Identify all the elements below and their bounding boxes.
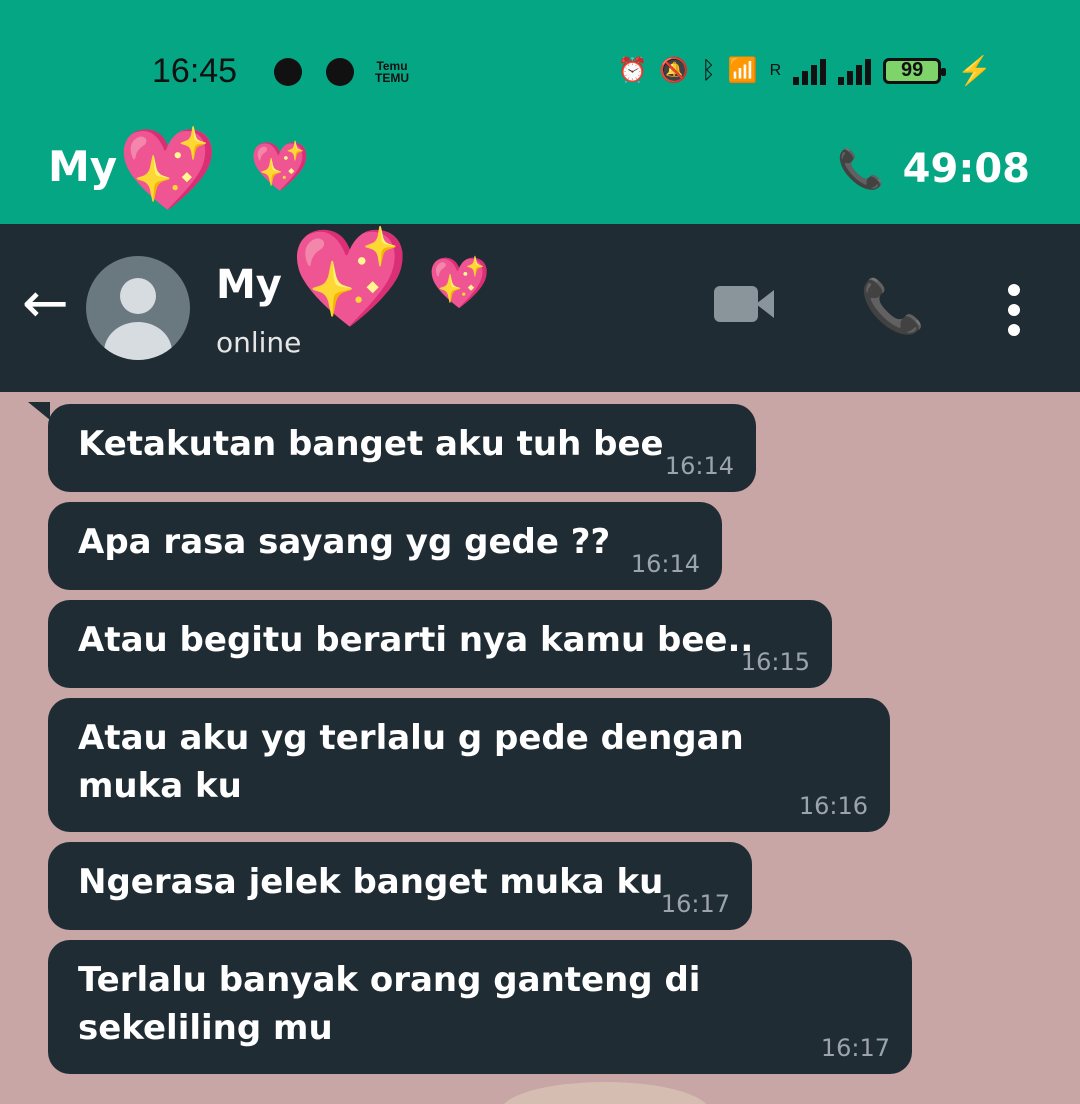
status-bar: 16:45 Temu TEMU ⏰ 🔕 ᛒ 📶 R 99 ⚡: [0, 40, 1080, 104]
status-right-icons: ⏰ 🔕 ᛒ 📶 R 99 ⚡: [617, 54, 992, 87]
back-arrow-icon[interactable]: ←: [22, 276, 69, 332]
charging-icon: ⚡: [957, 55, 992, 86]
wifi-icon: 📶: [727, 57, 758, 84]
sparkling-heart-icon: 💖: [290, 222, 410, 334]
message-bubble[interactable]: Ngerasa jelek banget muka ku 16:17: [48, 842, 752, 930]
message-text: Ketakutan banget aku tuh bee: [78, 424, 664, 464]
battery-level: 99: [901, 59, 924, 81]
temu-icon: Temu TEMU: [372, 56, 412, 88]
sparkling-heart-icon: 💖: [118, 123, 218, 216]
bluetooth-icon: ᛒ: [701, 56, 716, 84]
message-time: 16:17: [660, 890, 730, 918]
video-call-icon[interactable]: [714, 280, 774, 324]
background-photo: [500, 1082, 710, 1104]
message-time: 16:16: [798, 792, 868, 820]
status-time: 16:45: [152, 52, 238, 90]
call-timer: 📞 49:08: [837, 146, 1030, 192]
contact-status: online: [216, 326, 302, 359]
message-bubble[interactable]: Atau begitu berarti nya kamu bee.. 16:15: [48, 600, 832, 688]
call-duration: 49:08: [902, 146, 1030, 192]
message-text: Atau begitu berarti nya kamu bee..: [78, 620, 754, 660]
message-bubble[interactable]: Terlalu banyak orang ganteng di sekelili…: [48, 940, 912, 1074]
message-text: Terlalu banyak orang ganteng di sekelili…: [78, 960, 701, 1048]
messenger-icon: [272, 56, 304, 88]
heart-icon: 💖: [250, 139, 310, 195]
message-text: Atau aku yg terlalu g pede dengan muka k…: [78, 718, 744, 806]
more-options-icon[interactable]: [1004, 284, 1024, 336]
facebook-icon: [324, 56, 356, 88]
signal-icon: [793, 57, 827, 85]
message-bubble[interactable]: Atau aku yg terlalu g pede dengan muka k…: [48, 698, 890, 832]
message-text: Apa rasa sayang yg gede ??: [78, 522, 611, 562]
voice-call-icon[interactable]: 📞: [860, 276, 925, 337]
alarm-icon: ⏰: [617, 57, 648, 84]
mute-icon: 🔕: [659, 57, 690, 84]
heart-icon: 💖: [428, 254, 491, 312]
message-time: 16:14: [664, 452, 734, 480]
temu-bottom: TEMU: [375, 71, 409, 85]
chat-area: Ketakutan banget aku tuh bee 16:14 Apa r…: [0, 392, 1080, 1104]
signal-icon-2: [838, 57, 872, 85]
message-bubble[interactable]: Ketakutan banget aku tuh bee 16:14: [48, 404, 756, 492]
call-title: My: [48, 142, 118, 191]
message-bubble[interactable]: Apa rasa sayang yg gede ?? 16:14: [48, 502, 722, 590]
phone-icon: 📞: [837, 146, 885, 191]
message-time: 16:15: [740, 648, 810, 676]
message-time: 16:14: [630, 550, 700, 578]
top-green-area: 16:45 TemuTEMU ⏰ 🔕 ᛒ 📶 R 99 ⚡ My 💖 💖 📞: [0, 0, 1080, 224]
signal-label: R: [769, 61, 782, 79]
contact-name[interactable]: My: [216, 262, 282, 308]
avatar[interactable]: [86, 256, 190, 360]
battery-icon: 99: [883, 57, 947, 84]
message-time: 16:17: [820, 1034, 890, 1062]
chat-header: ← My 💖 💖 online 📞: [0, 224, 1080, 392]
message-text: Ngerasa jelek banget muka ku: [78, 862, 664, 902]
bubble-tail: [28, 402, 50, 420]
ongoing-call-banner[interactable]: My 💖 💖 📞 49:08: [0, 120, 1080, 224]
